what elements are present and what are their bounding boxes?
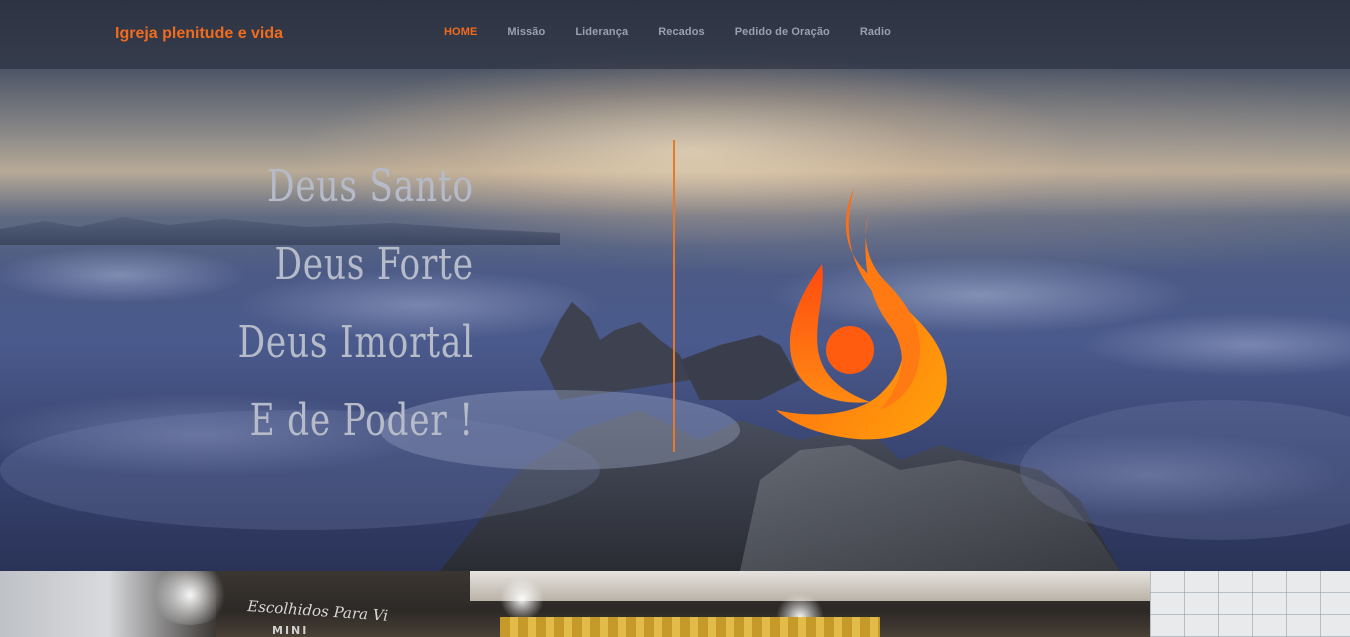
ceiling-light: [500, 577, 544, 621]
stage-curtain: [500, 617, 880, 637]
hero-tagline: Deus Santo Deus Forte Deus Imortal E de …: [171, 148, 474, 460]
tiled-wall: [1150, 571, 1350, 637]
wall-lettering-sub: MINI: [272, 624, 309, 637]
nav-item-radio[interactable]: Radio: [860, 26, 891, 38]
brand-logo-link[interactable]: Igreja plenitude e vida: [115, 25, 283, 43]
vertical-divider: [673, 140, 675, 452]
tagline-line: E de Poder !: [249, 395, 474, 446]
nav-item-home[interactable]: HOME: [444, 26, 477, 38]
nav-item-missao[interactable]: Missão: [507, 26, 545, 38]
photo-ceiling: [470, 571, 1170, 601]
tagline-line: Deus Forte: [274, 239, 474, 290]
nav-item-recados[interactable]: Recados: [658, 26, 705, 38]
tagline-line: Deus Imortal: [237, 317, 474, 368]
nav-item-pedido-de-oracao[interactable]: Pedido de Oração: [735, 26, 830, 38]
church-interior-photo: [0, 571, 1350, 637]
tagline-line: Deus Santo: [267, 161, 474, 212]
nav-item-lideranca[interactable]: Liderança: [575, 26, 628, 38]
main-menu: HOME Missão Liderança Recados Pedido de …: [444, 26, 921, 38]
flame-person-icon: [770, 180, 960, 455]
top-navbar: Igreja plenitude e vida HOME Missão Lide…: [0, 0, 1350, 69]
